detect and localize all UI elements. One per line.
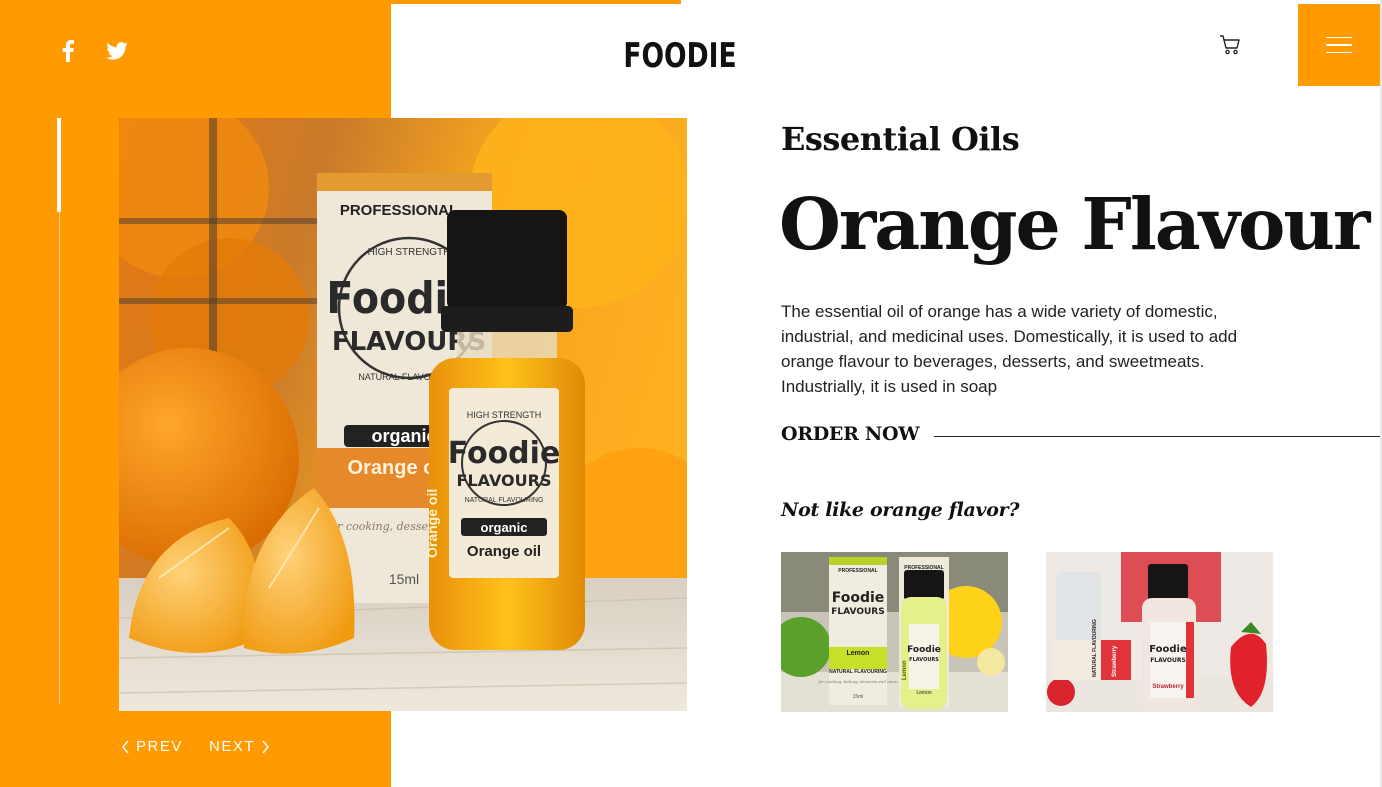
lemon-box-text: FLAVOURS — [831, 607, 884, 617]
hero-box-text: HIGH STRENGTH — [368, 247, 451, 258]
strawberry-box-text: NATURAL FLAVOURING — [1092, 619, 1098, 677]
next-button[interactable]: NEXT — [209, 738, 270, 755]
menu-line — [1326, 51, 1352, 54]
alternative-lemon-thumbnail[interactable]: PROFESSIONAL Foodie FLAVOURS Lemon NATUR… — [781, 552, 1008, 712]
order-now-button[interactable]: ORDER NOW — [781, 423, 920, 445]
chevron-right-icon — [262, 740, 269, 753]
order-divider-line — [934, 436, 1380, 437]
lemon-box-text: for cooking, baking, desserts and more — [817, 679, 898, 684]
prev-label: PREV — [136, 738, 183, 755]
menu-line — [1326, 44, 1352, 46]
brand-logo[interactable]: FOODIE — [618, 36, 743, 76]
lemon-product-image: PROFESSIONAL Foodie FLAVOURS Lemon NATUR… — [781, 552, 1008, 712]
hero-photo-illustration: PROFESSIONAL HIGH STRENGTH Foodie FLAVOU… — [119, 118, 687, 711]
lemon-box-text: Foodie — [832, 590, 885, 606]
alternative-strawberry-thumbnail[interactable]: NATURAL FLAVOURING Strawberry Foodie FLA… — [1046, 552, 1273, 712]
lemon-bottle-text: Foodie — [907, 645, 941, 655]
hero-product-image: PROFESSIONAL HIGH STRENGTH Foodie FLAVOU… — [119, 118, 687, 711]
hamburger-menu-icon[interactable] — [1298, 4, 1380, 86]
next-label: NEXT — [209, 738, 256, 755]
strawberry-bottle-text: FLAVOURS — [1150, 657, 1186, 664]
hero-box-text: PROFESSIONAL — [340, 202, 458, 219]
lemon-bottle-text: FLAVOURS — [909, 657, 939, 663]
chevron-left-icon — [122, 740, 129, 753]
hero-bottle-text: FLAVOURS — [457, 471, 552, 490]
alternatives-heading: Not like orange flavor? — [781, 499, 1020, 521]
prev-button[interactable]: PREV — [121, 738, 183, 755]
lemon-box-text: PROFESSIONAL — [838, 568, 877, 574]
lemon-bottle-text: Lemon — [902, 660, 908, 680]
product-title: Orange Flavour — [779, 182, 1370, 266]
lemon-box-text: NATURAL FLAVOURING — [829, 669, 887, 675]
product-category: Essential Oils — [781, 120, 1020, 158]
hero-bottle-text: organic — [481, 520, 528, 535]
shopping-cart-icon[interactable] — [1218, 33, 1242, 57]
top-accent-strip — [391, 0, 681, 4]
hero-box-text: organic — [371, 426, 436, 446]
strawberry-box-text: Strawberry — [1112, 645, 1118, 677]
hero-bottle-text: HIGH STRENGTH — [467, 410, 542, 420]
lemon-bottle-text: Lemon — [916, 690, 932, 696]
hero-box-text: 15ml — [389, 571, 419, 587]
lemon-box-text: Lemon — [847, 650, 870, 657]
lemon-box-text: 15ml — [853, 694, 864, 700]
hero-bottle-text: NATURAL FLAVOURING — [465, 497, 544, 504]
strawberry-product-image: NATURAL FLAVOURING Strawberry Foodie FLA… — [1046, 552, 1273, 712]
hero-bottle-text: Orange oil — [467, 543, 541, 560]
slide-progress-indicator — [57, 118, 61, 212]
strawberry-bottle-text: Strawberry — [1152, 684, 1184, 690]
product-description: The essential oil of orange has a wide v… — [781, 302, 1238, 396]
facebook-icon[interactable] — [58, 38, 78, 64]
twitter-icon[interactable] — [105, 38, 129, 64]
menu-line — [1326, 36, 1352, 39]
strawberry-bottle-text: Foodie — [1149, 644, 1187, 655]
hero-bottle-text: Orange oil — [424, 489, 440, 558]
hero-bottle-text: Foodie — [448, 436, 561, 471]
